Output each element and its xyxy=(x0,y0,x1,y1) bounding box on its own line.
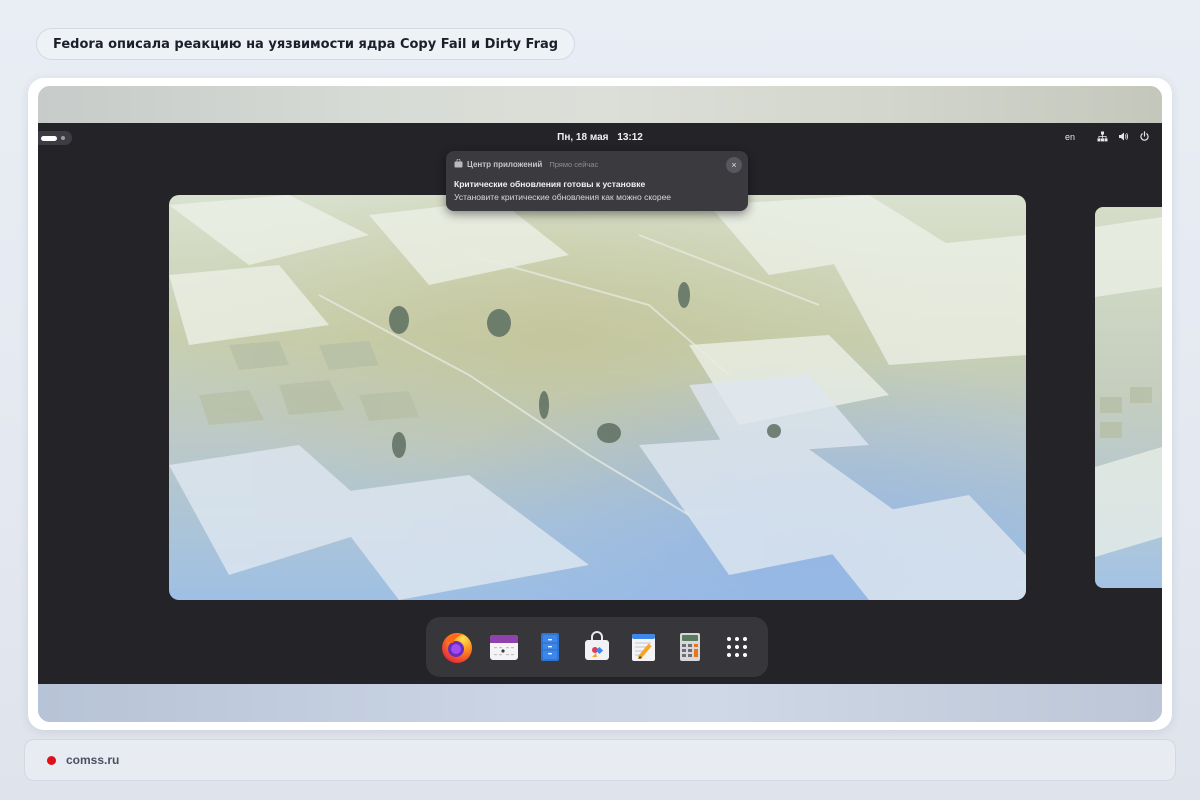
next-workspace-thumbnail[interactable] xyxy=(1095,207,1162,588)
activities-overview: Пн, 18 мая 13:12 en Центр приложений Пря… xyxy=(38,123,1162,685)
notification-banner[interactable]: Центр приложений Прямо сейчас × Критичес… xyxy=(446,151,748,211)
date-time-button[interactable]: Пн, 18 мая 13:12 xyxy=(38,132,1162,143)
notification-close-button[interactable]: × xyxy=(726,157,742,173)
source-bar: comss.ru xyxy=(24,739,1176,781)
desktop-screenshot: Пн, 18 мая 13:12 en Центр приложений Пря… xyxy=(38,86,1162,722)
dash-item-calculator[interactable] xyxy=(671,628,709,666)
top-bar: Пн, 18 мая 13:12 en xyxy=(38,123,1162,153)
dash-item-software[interactable] xyxy=(578,628,616,666)
calendar-icon xyxy=(489,635,518,660)
firefox-icon xyxy=(442,633,473,663)
source-label[interactable]: comss.ru xyxy=(66,753,119,767)
system-tray[interactable]: en xyxy=(1065,131,1150,142)
volume-icon xyxy=(1118,131,1129,142)
blurred-wallpaper-top xyxy=(38,86,1162,124)
date-label: Пн, 18 мая xyxy=(557,132,609,143)
dash-item-calendar[interactable] xyxy=(485,628,523,666)
text-editor-icon xyxy=(631,634,655,661)
power-icon xyxy=(1139,131,1150,142)
notification-title: Критические обновления готовы к установк… xyxy=(454,179,646,189)
city-wallpaper xyxy=(169,195,1026,600)
notification-body: Установите критические обновления как мо… xyxy=(454,192,672,202)
article-headline: Fedora описала реакцию на уязвимости ядр… xyxy=(36,28,576,60)
workspace-thumbnail[interactable] xyxy=(169,195,1026,600)
blurred-wallpaper-bottom xyxy=(38,684,1162,722)
dash-item-app-grid[interactable] xyxy=(718,628,756,666)
dash-item-files[interactable] xyxy=(531,628,569,666)
notification-app-name: Центр приложений xyxy=(467,160,543,169)
notification-time: Прямо сейчас xyxy=(549,160,599,169)
keyboard-layout-indicator[interactable]: en xyxy=(1065,132,1075,142)
network-icon xyxy=(1097,131,1108,142)
city-wallpaper-side xyxy=(1095,207,1162,588)
screenshot-card: Пн, 18 мая 13:12 en Центр приложений Пря… xyxy=(28,78,1172,730)
calculator-icon xyxy=(680,633,701,661)
dash xyxy=(426,617,768,677)
source-dot xyxy=(47,755,56,765)
notification-header: Центр приложений Прямо сейчас xyxy=(454,158,599,170)
software-center-small-icon xyxy=(454,158,463,170)
software-center-icon xyxy=(584,631,609,660)
time-label: 13:12 xyxy=(617,132,643,143)
file-cabinet-icon xyxy=(541,633,560,661)
app-grid-icon xyxy=(726,637,747,657)
dash-item-firefox[interactable] xyxy=(438,628,476,666)
dash-item-text-editor[interactable] xyxy=(625,628,663,666)
